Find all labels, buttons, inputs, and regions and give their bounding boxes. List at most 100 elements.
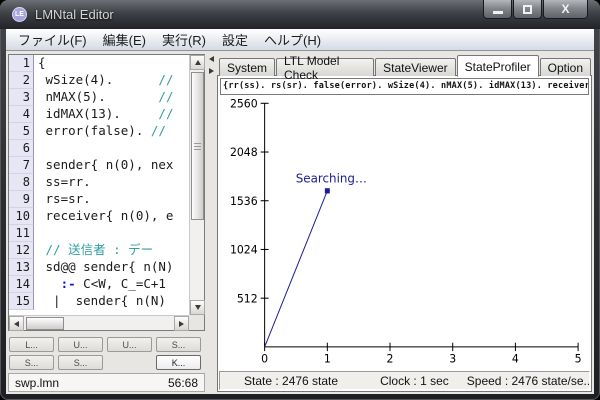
tab-option[interactable]: Option	[540, 58, 591, 76]
speed-value: Speed : 2476 state/se...	[467, 374, 590, 388]
tab-system[interactable]: System	[219, 58, 275, 76]
split-divider[interactable]	[207, 54, 215, 392]
profiler-pane: SystemLTL Model CheckStateViewerStatePro…	[217, 54, 592, 392]
svg-text:4: 4	[512, 352, 519, 365]
svg-text:1536: 1536	[230, 195, 258, 208]
comment-text: // 送信者 : デー	[46, 242, 154, 257]
action-button-1[interactable]: U...	[58, 337, 103, 352]
minimize-button[interactable]	[483, 0, 512, 19]
minimize-icon	[493, 11, 503, 14]
app-icon-label: LE	[15, 11, 24, 18]
scroll-left-button[interactable]	[9, 316, 24, 331]
action-button-0[interactable]: L...	[9, 337, 54, 352]
svg-text:512: 512	[237, 292, 258, 305]
scroll-right-button[interactable]	[174, 316, 189, 331]
code-token: ss=rr.	[38, 174, 91, 189]
code-editor[interactable]: 1{2 wSize(4). //3 nMAX(5). //4 idMAX(13)…	[8, 54, 205, 331]
code-token: rs=sr.	[38, 191, 91, 206]
thumb-grip	[194, 149, 201, 150]
scroll-up-button[interactable]	[190, 55, 205, 70]
action-button-2[interactable]: U...	[107, 337, 152, 352]
code-text[interactable]: :- C<W, C_=C+1	[34, 276, 189, 293]
code-token: receiver{ n(0), e	[38, 208, 173, 223]
comment-text: //	[158, 89, 173, 104]
code-token: sender{ n(0), nex	[38, 157, 173, 172]
profiler-chart: 5121024153620482560012345Searching…	[219, 97, 590, 370]
title-bar[interactable]: LE LMNtal Editor X	[0, 0, 600, 29]
code-text[interactable]: wSize(4). //	[34, 72, 189, 89]
close-button[interactable]: X	[543, 0, 588, 19]
tab-bar: SystemLTL Model CheckStateViewerStatePro…	[217, 54, 592, 76]
svg-text:0: 0	[261, 352, 268, 365]
comment-text: //	[158, 106, 173, 121]
code-text[interactable]: ss=rr.	[34, 174, 189, 191]
code-text[interactable]	[34, 225, 189, 242]
maximize-button[interactable]	[513, 0, 542, 19]
editor-horizontal-scrollbar[interactable]	[9, 315, 189, 330]
editor-status-bar: swp.lmn 56:68	[8, 373, 205, 392]
code-text[interactable]: idMAX(13). //	[34, 106, 189, 123]
action-button-7[interactable]: K...	[156, 355, 201, 370]
profiler-status-bar: State : 2476 state Clock : 1 sec Speed :…	[219, 371, 590, 390]
action-button-5[interactable]: S...	[58, 355, 103, 370]
tab-ltl-model-check[interactable]: LTL Model Check	[276, 58, 374, 76]
tab-stateviewer[interactable]: StateViewer	[375, 58, 455, 76]
scroll-down-button[interactable]	[190, 300, 205, 315]
code-text[interactable]: rs=sr.	[34, 191, 189, 208]
menu-item-1[interactable]: 編集(E)	[95, 28, 154, 51]
editor-line: 7 sender{ n(0), nex	[9, 157, 189, 174]
horizontal-scroll-thumb[interactable]	[26, 317, 64, 330]
divider-collapse-left-icon[interactable]	[209, 56, 214, 62]
code-text[interactable]: sd@@ sender{ n(N)	[34, 259, 189, 276]
code-text[interactable]	[34, 140, 189, 157]
code-token: idMAX(13).	[38, 106, 158, 121]
code-token	[38, 276, 61, 291]
caret-position: 56:68	[168, 376, 198, 390]
line-number: 1	[9, 55, 34, 72]
line-number: 4	[9, 106, 34, 123]
line-number: 9	[9, 191, 34, 208]
svg-text:1: 1	[324, 352, 331, 365]
code-token	[38, 242, 46, 257]
code-text[interactable]: receiver{ n(0), e	[34, 208, 189, 225]
editor-line: 2 wSize(4). //	[9, 72, 189, 89]
editor-line: 15 | sender{ n(N)	[9, 293, 189, 310]
menu-bar: ファイル(F)編集(E)実行(R)設定ヘルプ(H)	[6, 29, 594, 51]
line-number: 2	[9, 72, 34, 89]
tab-stateprofiler[interactable]: StateProfiler	[457, 55, 539, 77]
code-text[interactable]: | sender{ n(N)	[34, 293, 189, 310]
vertical-scroll-thumb[interactable]	[191, 72, 204, 220]
line-number: 8	[9, 174, 34, 191]
divider-expand-right-icon[interactable]	[209, 68, 214, 74]
action-button-3[interactable]: S...	[156, 337, 201, 352]
chart-area: 5121024153620482560012345Searching…	[219, 97, 590, 370]
editor-line: 4 idMAX(13). //	[9, 106, 189, 123]
code-text[interactable]: nMAX(5). //	[34, 89, 189, 106]
menu-item-3[interactable]: 設定	[214, 28, 256, 51]
line-number: 14	[9, 276, 34, 293]
window-title: LMNtal Editor	[35, 7, 114, 22]
menu-item-4[interactable]: ヘルプ(H)	[256, 28, 329, 51]
code-text[interactable]: // 送信者 : デー	[34, 242, 189, 259]
keyword-text: :-	[61, 276, 76, 291]
code-text[interactable]: error(false). //	[34, 123, 189, 140]
code-token: sd@@ sender{ n(N)	[38, 259, 173, 274]
scroll-down-icon	[195, 305, 201, 310]
menu-item-2[interactable]: 実行(R)	[154, 28, 214, 51]
editor-line: 9 rs=sr.	[9, 191, 189, 208]
svg-text:Searching…: Searching…	[296, 171, 367, 185]
state-count: State : 2476 state	[244, 374, 338, 388]
code-text[interactable]: sender{ n(0), nex	[34, 157, 189, 174]
editor-line: 11	[9, 225, 189, 242]
close-icon: X	[561, 2, 569, 16]
code-text[interactable]: {	[34, 55, 189, 72]
menu-item-0[interactable]: ファイル(F)	[10, 28, 95, 51]
editor-vertical-scrollbar[interactable]	[189, 55, 204, 315]
current-state-field[interactable]: {rr(ss). rs(sr). false(error). wSize(4).…	[220, 78, 589, 95]
svg-text:2: 2	[387, 352, 394, 365]
comment-text: //	[158, 72, 173, 87]
code-token: wSize(4).	[38, 72, 158, 87]
app-window: LE LMNtal Editor X ファイル(F)編集(E)実行(R)設定ヘル…	[0, 0, 600, 400]
action-button-4[interactable]: S...	[9, 355, 54, 370]
editor-line: 10 receiver{ n(0), e	[9, 208, 189, 225]
